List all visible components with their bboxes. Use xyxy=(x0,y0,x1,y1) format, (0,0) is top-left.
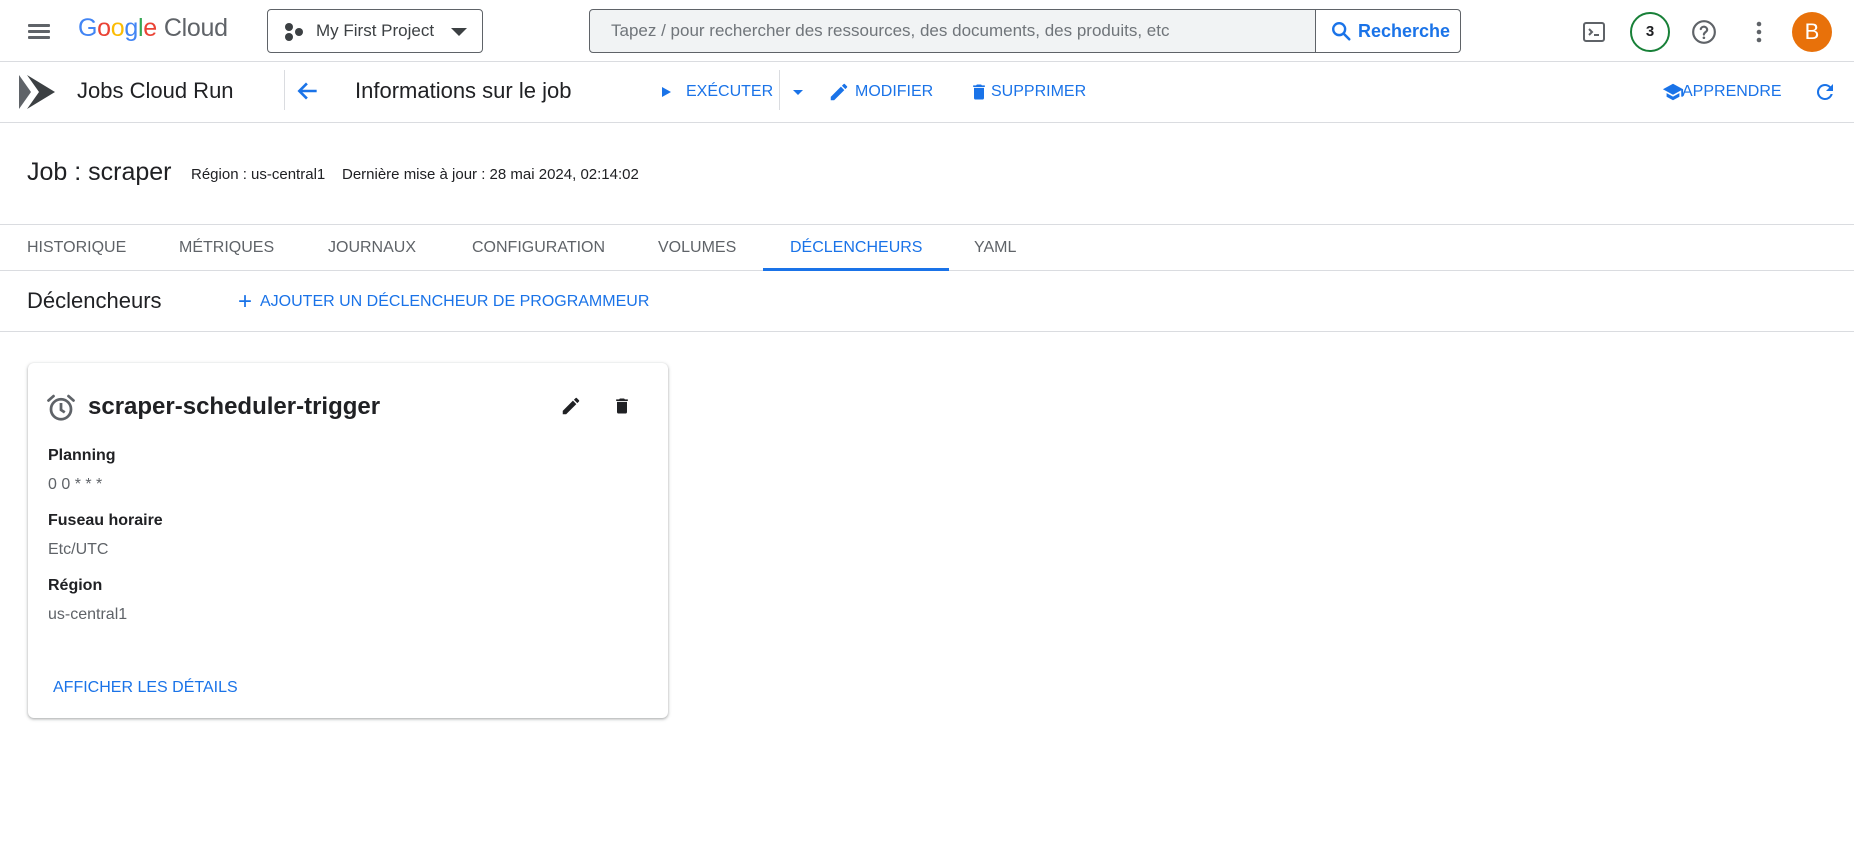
project-name: My First Project xyxy=(316,21,435,40)
run-button-label: EXÉCUTER xyxy=(686,83,774,100)
add-icon: + xyxy=(238,288,253,315)
trigger-name: scraper-scheduler-trigger xyxy=(88,393,381,420)
cloud-run-logo-icon xyxy=(17,71,57,118)
more-vert-icon[interactable] xyxy=(1752,20,1766,49)
schedule-value: 0 0 * * * xyxy=(48,476,103,493)
back-arrow-icon[interactable] xyxy=(295,78,321,109)
timezone-label: Fuseau horaire xyxy=(48,512,163,529)
job-title: Job : scraper xyxy=(27,158,172,186)
school-icon xyxy=(1662,83,1684,101)
search-icon xyxy=(1332,22,1351,41)
tab-metrics[interactable]: MÉTRIQUES xyxy=(152,225,301,271)
learn-button-label: APPRENDRE xyxy=(1682,83,1782,100)
edit-button-label: MODIFIER xyxy=(855,83,934,100)
tab-logs[interactable]: JOURNAUX xyxy=(301,225,443,271)
trigger-card: scraper-scheduler-trigger Planning 0 0 *… xyxy=(28,363,668,718)
top-app-bar: GoogleCloud My First Project Recherche 3 xyxy=(0,0,1854,62)
job-last-update: Dernière mise à jour : 28 mai 2024, 02:1… xyxy=(342,166,639,183)
play-icon xyxy=(662,87,671,97)
tab-yaml[interactable]: YAML xyxy=(947,225,1043,271)
edit-trigger-pencil-icon[interactable] xyxy=(560,395,582,422)
project-icon xyxy=(285,23,305,41)
section-title: Déclencheurs xyxy=(27,288,162,313)
divider xyxy=(284,70,285,110)
chevron-down-icon xyxy=(451,28,467,36)
trash-icon xyxy=(973,84,985,100)
search-button-label: Recherche xyxy=(1358,21,1451,41)
tab-history[interactable]: HISTORIQUE xyxy=(0,225,153,271)
alarm-clock-icon xyxy=(46,393,76,428)
divider xyxy=(0,331,1854,332)
region-value: us-central1 xyxy=(48,606,128,623)
help-icon[interactable] xyxy=(1691,19,1717,50)
refresh-icon[interactable] xyxy=(1813,80,1837,109)
notifications-badge[interactable]: 3 xyxy=(1630,12,1670,52)
service-header: Jobs Cloud Run Informations sur le job E… xyxy=(0,62,1854,123)
search-button[interactable]: Recherche xyxy=(1315,10,1460,52)
search-input[interactable] xyxy=(591,11,1315,51)
view-details-link[interactable]: AFFICHER LES DÉTAILS xyxy=(53,679,238,697)
arrow-drop-down-icon xyxy=(793,90,803,95)
learn-button[interactable]: APPRENDRE xyxy=(1662,62,1782,123)
edit-button[interactable]: MODIFIER xyxy=(826,62,936,123)
timezone-value: Etc/UTC xyxy=(48,541,109,558)
job-region: Région : us-central1 xyxy=(191,166,326,183)
tab-bar: HISTORIQUE MÉTRIQUES JOURNAUX CONFIGURAT… xyxy=(0,224,1854,271)
run-button[interactable]: EXÉCUTER xyxy=(657,62,777,123)
tab-triggers[interactable]: DÉCLENCHEURS xyxy=(763,225,950,271)
google-cloud-logo[interactable]: Google Cloud xyxy=(78,14,228,43)
page-title: Informations sur le job xyxy=(355,78,572,103)
tab-volumes[interactable]: VOLUMES xyxy=(631,225,763,271)
delete-trigger-trash-icon[interactable] xyxy=(612,395,632,422)
region-label: Région xyxy=(48,577,103,594)
pencil-icon xyxy=(830,83,848,101)
add-scheduler-trigger-label: AJOUTER UN DÉCLENCHEUR DE PROGRAMMEUR xyxy=(260,293,650,310)
schedule-label: Planning xyxy=(48,447,116,464)
search-bar: Recherche xyxy=(589,9,1461,53)
tab-configuration[interactable]: CONFIGURATION xyxy=(445,225,632,271)
delete-button-label: SUPPRIMER xyxy=(991,83,1087,100)
divider xyxy=(779,70,780,110)
avatar[interactable]: B xyxy=(1792,12,1832,52)
service-name: Jobs Cloud Run xyxy=(77,78,234,103)
delete-button[interactable]: SUPPRIMER xyxy=(968,62,1088,123)
main-menu-icon[interactable] xyxy=(22,17,56,45)
cloud-shell-icon[interactable] xyxy=(1582,20,1606,49)
run-options-dropdown[interactable] xyxy=(786,62,810,123)
project-picker-button[interactable]: My First Project xyxy=(267,9,483,53)
